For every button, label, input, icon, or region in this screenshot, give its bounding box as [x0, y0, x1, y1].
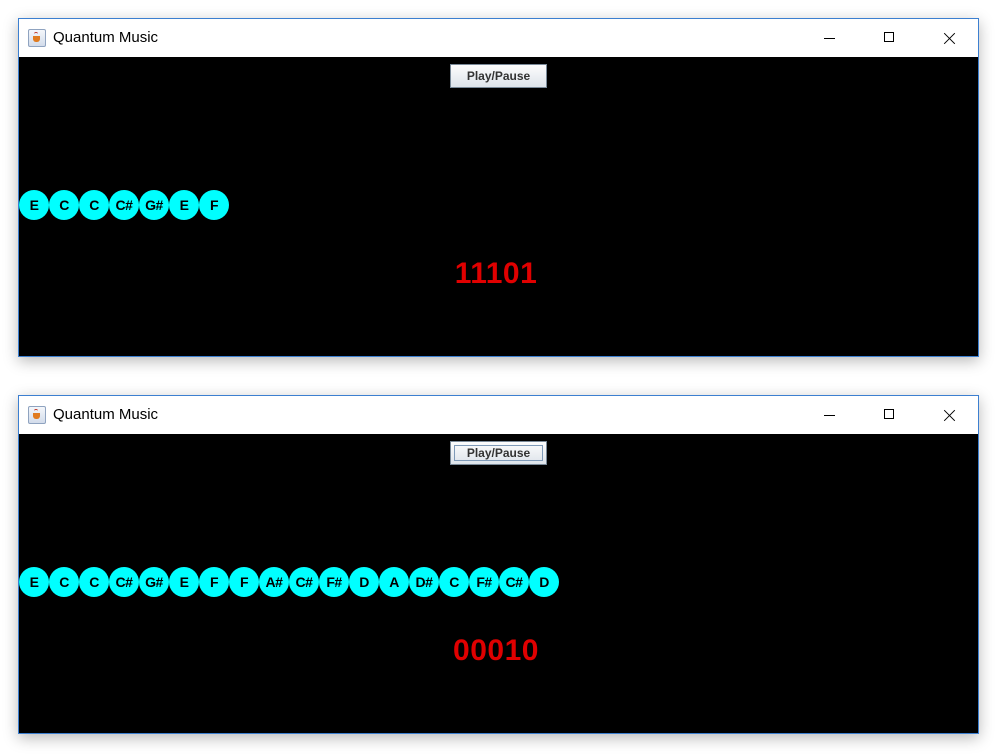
- note-circle: C: [79, 567, 109, 597]
- note-circle: F: [199, 567, 229, 597]
- note-circle: C#: [109, 567, 139, 597]
- note-circle: D#: [409, 567, 439, 597]
- note-circle: C#: [499, 567, 529, 597]
- quantum-music-window-1: Quantum Music Play/Pause E C C C# G# E F 11101: [18, 18, 979, 357]
- java-coffee-cup-icon[interactable]: [28, 29, 46, 47]
- note-circle: F#: [469, 567, 499, 597]
- maximize-icon[interactable]: [866, 19, 912, 57]
- window-title: Quantum Music: [53, 29, 159, 46]
- canvas: Play/Pause E C C C# G# E F 11101: [19, 57, 978, 356]
- title-bar[interactable]: Quantum Music: [19, 396, 978, 434]
- note-circle: C: [439, 567, 469, 597]
- note-circle: F#: [319, 567, 349, 597]
- close-icon[interactable]: [925, 396, 971, 434]
- window-title: Quantum Music: [53, 406, 159, 423]
- note-circle: G#: [139, 190, 169, 220]
- note-circle: E: [169, 190, 199, 220]
- note-circle: C: [49, 567, 79, 597]
- note-circle: E: [19, 190, 49, 220]
- note-circle: A#: [259, 567, 289, 597]
- note-circle: F: [199, 190, 229, 220]
- quantum-music-window-2: Quantum Music Play/Pause E C C C# G# E F F A# C# F…: [18, 395, 979, 734]
- note-circle: E: [169, 567, 199, 597]
- note-circle: F: [229, 567, 259, 597]
- note-circle: A: [379, 567, 409, 597]
- bit-string: 00010: [453, 634, 539, 667]
- minimize-icon[interactable]: [806, 19, 852, 57]
- play-pause-button[interactable]: Play/Pause: [450, 441, 547, 465]
- close-icon[interactable]: [925, 19, 971, 57]
- title-bar[interactable]: Quantum Music: [19, 19, 978, 57]
- note-circle: C: [49, 190, 79, 220]
- bit-string: 11101: [454, 257, 538, 290]
- minimize-icon[interactable]: [806, 396, 852, 434]
- note-circle: D: [349, 567, 379, 597]
- maximize-icon[interactable]: [866, 396, 912, 434]
- note-circle: C#: [109, 190, 139, 220]
- note-circle: D: [529, 567, 559, 597]
- note-circle: C#: [289, 567, 319, 597]
- note-circle: E: [19, 567, 49, 597]
- play-pause-button[interactable]: Play/Pause: [450, 64, 547, 88]
- note-circle: G#: [139, 567, 169, 597]
- note-circle: C: [79, 190, 109, 220]
- java-coffee-cup-icon[interactable]: [28, 406, 46, 424]
- canvas: Play/Pause E C C C# G# E F F A# C# F# D A D# C F# C# D 00…: [19, 434, 978, 733]
